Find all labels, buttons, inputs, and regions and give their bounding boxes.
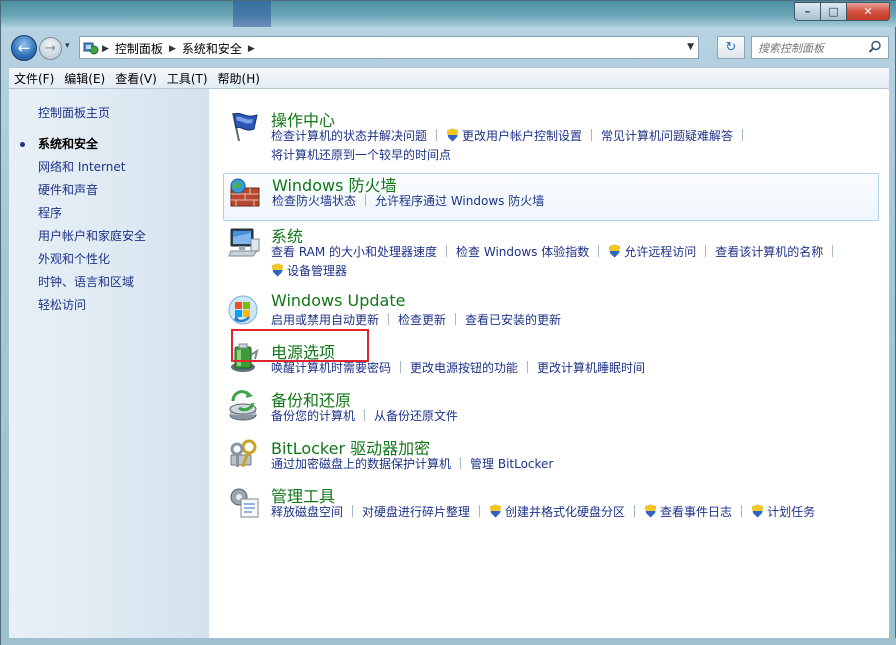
windows-update-icon (228, 295, 258, 325)
category-links: 备份您的计算机 从备份还原文件 (271, 407, 871, 426)
link-device-manager[interactable]: 设备管理器 (287, 264, 347, 278)
link-schedule-tasks[interactable]: 计划任务 (767, 505, 815, 519)
category-system: 系统 查看 RAM 的大小和处理器速度 检查 Windows 体验指数 允许远程访问… (223, 223, 879, 281)
menu-edit[interactable]: 编辑(E) (59, 68, 110, 88)
maximize-button[interactable]: □ (820, 2, 846, 21)
left-item-system-security[interactable]: 系统和安全 (19, 137, 146, 160)
link-firewall-status[interactable]: 检查防火墙状态 (272, 194, 356, 208)
category-windows-update: Windows Update 启用或禁用自动更新 检查更新 查看已安装的更新 (223, 291, 879, 333)
link-event-log[interactable]: 查看事件日志 (660, 505, 732, 519)
breadcrumb-system-security[interactable]: 系统和安全 (182, 40, 242, 57)
uac-shield-icon (609, 244, 621, 258)
link-check-status[interactable]: 检查计算机的状态并解决问题 (271, 129, 427, 143)
taskbar-thumbnail-icon (233, 1, 271, 27)
system-computer-icon (228, 228, 260, 257)
link-restore-files[interactable]: 从备份还原文件 (374, 409, 458, 423)
refresh-button[interactable]: ↻ (717, 36, 745, 59)
menu-view[interactable]: 查看(V) (110, 68, 162, 88)
category-bitlocker: BitLocker 驱动器加密 通过加密磁盘上的数据保护计算机 管理 BitLoc… (223, 435, 879, 477)
link-experience-index[interactable]: 检查 Windows 体验指数 (456, 245, 589, 259)
category-links: 检查防火墙状态 允许程序通过 Windows 防火墙 (272, 192, 872, 211)
uac-shield-icon (645, 504, 657, 518)
admin-tools-icon (230, 488, 259, 518)
breadcrumb-chevron-icon[interactable]: ▶ (248, 44, 255, 54)
link-installed-updates[interactable]: 查看已安装的更新 (465, 313, 561, 327)
breadcrumb-chevron-icon[interactable]: ▶ (169, 44, 176, 54)
link-computer-name[interactable]: 查看该计算机的名称 (715, 245, 823, 259)
category-links: 通过加密磁盘上的数据保护计算机 管理 BitLocker (271, 455, 871, 474)
category-links: 检查计算机的状态并解决问题 更改用户帐户控制设置 常见计算机问题疑难解答将计算机还原… (271, 127, 871, 165)
link-troubleshoot[interactable]: 常见计算机问题疑难解答 (601, 129, 733, 143)
address-dropdown-icon[interactable]: ▼ (687, 42, 694, 52)
category-action-center: 操作中心 检查计算机的状态并解决问题 更改用户帐户控制设置 常见计算机问题疑难解答将… (223, 107, 879, 165)
link-sleep-time[interactable]: 更改计算机睡眠时间 (537, 361, 645, 375)
left-item-appearance[interactable]: 外观和个性化 (38, 252, 146, 275)
search-icon[interactable] (868, 40, 882, 54)
link-check-updates[interactable]: 检查更新 (398, 313, 446, 327)
link-ram-cpu[interactable]: 查看 RAM 的大小和处理器速度 (271, 245, 437, 259)
left-item-clock-language[interactable]: 时钟、语言和区域 (38, 275, 146, 298)
breadcrumb-control-panel[interactable]: 控制面板 (115, 40, 163, 57)
link-restore-point[interactable]: 将计算机还原到一个较早的时间点 (271, 148, 451, 162)
left-item-programs[interactable]: 程序 (38, 206, 146, 229)
link-wake-password[interactable]: 唤醒计算机时需要密码 (271, 361, 391, 375)
category-links: 释放磁盘空间 对硬盘进行碎片整理 创建并格式化硬盘分区 查看事件日志 计划任务 (271, 503, 871, 522)
action-center-flag-icon (232, 112, 258, 142)
uac-shield-icon (447, 128, 459, 142)
link-disk-cleanup[interactable]: 释放磁盘空间 (271, 505, 343, 519)
title-bar[interactable]: – □ ✕ (1, 1, 896, 27)
left-item-user-accounts[interactable]: 用户帐户和家庭安全 (38, 229, 146, 252)
navigation-pane: 控制面板主页 系统和安全 网络和 Internet 硬件和声音 程序 用户帐户和… (9, 89, 209, 638)
bitlocker-keys-icon (230, 439, 257, 468)
firewall-brick-icon (230, 178, 260, 207)
left-item-hardware-sound[interactable]: 硬件和声音 (38, 183, 146, 206)
control-panel-icon (83, 42, 99, 55)
category-title[interactable]: Windows Update (271, 291, 405, 310)
link-auto-update[interactable]: 启用或禁用自动更新 (271, 313, 379, 327)
search-input[interactable] (758, 40, 868, 56)
category-list: 系统和安全 网络和 Internet 硬件和声音 程序 用户帐户和家庭安全 外观… (19, 137, 146, 321)
menu-bar: 文件(F) 编辑(E) 查看(V) 工具(T) 帮助(H) (9, 67, 889, 89)
link-encrypt-disk[interactable]: 通过加密磁盘上的数据保护计算机 (271, 457, 451, 471)
forward-button[interactable]: → (39, 37, 62, 60)
link-backup-computer[interactable]: 备份您的计算机 (271, 409, 355, 423)
breadcrumb: ▶ 控制面板 ▶ 系统和安全 ▶ (102, 40, 255, 57)
category-backup-restore: 备份和还原 备份您的计算机 从备份还原文件 (223, 387, 879, 429)
link-power-button[interactable]: 更改电源按钮的功能 (410, 361, 518, 375)
window-bottom-border (1, 638, 896, 645)
link-create-partition[interactable]: 创建并格式化硬盘分区 (505, 505, 625, 519)
uac-shield-icon (752, 504, 764, 518)
link-defragment[interactable]: 对硬盘进行碎片整理 (362, 505, 470, 519)
left-item-network[interactable]: 网络和 Internet (38, 160, 146, 183)
highlight-box (231, 329, 369, 362)
category-admin-tools: 管理工具 释放磁盘空间 对硬盘进行碎片整理 创建并格式化硬盘分区 查看事件日志 计划任务 (223, 483, 879, 525)
navigation-bar: ← → ▾ ▶ 控制面板 ▶ 系统和安全 ▶ ▼ ↻ (9, 33, 889, 61)
link-allow-program[interactable]: 允许程序通过 Windows 防火墙 (375, 194, 544, 208)
uac-shield-icon (272, 263, 283, 277)
menu-tools[interactable]: 工具(T) (162, 68, 213, 88)
link-uac-settings[interactable]: 更改用户帐户控制设置 (462, 129, 582, 143)
control-panel-home-link[interactable]: 控制面板主页 (38, 104, 110, 121)
address-bar[interactable]: ▶ 控制面板 ▶ 系统和安全 ▶ ▼ (79, 36, 699, 59)
search-box[interactable] (751, 36, 889, 59)
link-manage-bitlocker[interactable]: 管理 BitLocker (470, 457, 553, 471)
link-remote-access[interactable]: 允许远程访问 (624, 245, 696, 259)
control-panel-window: – □ ✕ ← → ▾ ▶ 控制面板 ▶ 系统和安全 ▶ ▼ ↻ 搜索控制面板 … (0, 0, 896, 645)
breadcrumb-chevron-icon[interactable]: ▶ (102, 44, 109, 54)
caption-buttons: – □ ✕ (794, 2, 890, 21)
close-button[interactable]: ✕ (846, 2, 890, 21)
uac-shield-icon (490, 504, 502, 518)
category-firewall: Windows 防火墙 检查防火墙状态 允许程序通过 Windows 防火墙 (223, 173, 879, 221)
backup-restore-icon (229, 390, 257, 421)
category-links: 启用或禁用自动更新 检查更新 查看已安装的更新 (271, 311, 871, 330)
left-item-ease-of-access[interactable]: 轻松访问 (38, 298, 146, 321)
menu-help[interactable]: 帮助(H) (213, 68, 265, 88)
category-links: 查看 RAM 的大小和处理器速度 检查 Windows 体验指数 允许远程访问 查看该… (271, 243, 871, 281)
menu-file[interactable]: 文件(F) (9, 68, 59, 88)
content-pane: 操作中心 检查计算机的状态并解决问题 更改用户帐户控制设置 常见计算机问题疑难解答将… (209, 89, 889, 638)
recent-pages-button[interactable]: ▾ (65, 41, 70, 51)
minimize-button[interactable]: – (794, 2, 820, 21)
back-button[interactable]: ← (11, 35, 37, 61)
